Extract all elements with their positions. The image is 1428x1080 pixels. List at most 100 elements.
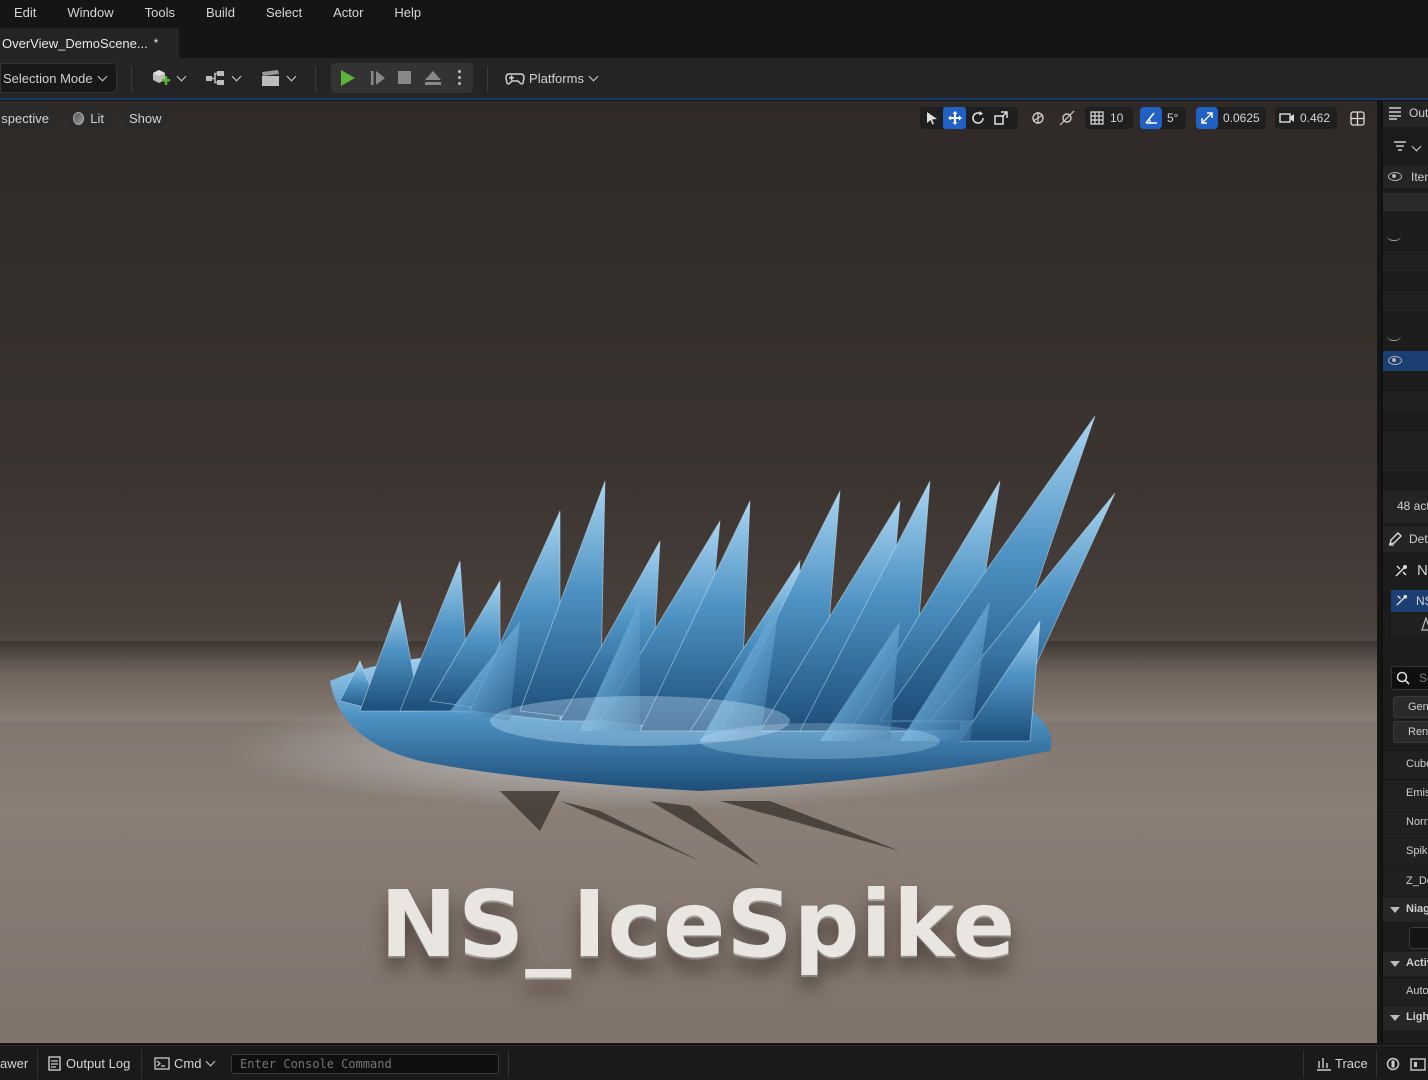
cmd-dropdown[interactable]: Cmd	[154, 1046, 216, 1080]
grid-icon	[1085, 107, 1108, 129]
details-tab[interactable]: Det	[1383, 526, 1428, 552]
menu-select[interactable]: Select	[251, 1, 318, 25]
property-row[interactable]: Spik	[1383, 838, 1428, 866]
menu-tools[interactable]: Tools	[130, 1, 191, 25]
level-viewport[interactable]: NS_IceSpike spective Lit Show 10 5° 0.06…	[0, 101, 1377, 1043]
translate-icon[interactable]	[943, 107, 966, 129]
section-header-lighting[interactable]: Light	[1383, 1006, 1428, 1030]
rotation-snap-value: 5°	[1167, 111, 1179, 125]
visibility-eye-icon[interactable]	[1388, 356, 1402, 365]
property-row[interactable]: Emis	[1383, 780, 1428, 808]
scale-snap-control[interactable]: 0.0625	[1196, 107, 1266, 129]
outliner-row[interactable]	[1383, 331, 1428, 351]
view-mode-button[interactable]: Lit	[65, 107, 112, 129]
add-cube-icon	[152, 70, 170, 85]
scale-icon[interactable]	[989, 107, 1012, 129]
outliner-row[interactable]	[1383, 291, 1428, 311]
actor-count: 48 act	[1397, 499, 1428, 513]
property-label: Cube	[1406, 758, 1428, 770]
selection-mode-dropdown[interactable]: Selection Mode	[0, 63, 117, 93]
chevron-down-icon	[231, 71, 241, 81]
camera-speed-control[interactable]: 0.462	[1275, 107, 1337, 129]
details-filter-tab-rendering[interactable]: Rend	[1393, 721, 1428, 743]
visibility-eye-icon[interactable]	[1388, 172, 1402, 181]
outliner-row[interactable]	[1383, 251, 1428, 271]
output-log-label: Output Log	[66, 1056, 131, 1071]
section-label: Light	[1406, 1011, 1428, 1023]
rotation-snap-control[interactable]: 5°	[1140, 107, 1186, 129]
show-label: Show	[129, 110, 162, 126]
chevron-down-icon	[286, 71, 296, 81]
outliner-row[interactable]	[1383, 231, 1428, 251]
scale-snap-value: 0.0625	[1223, 111, 1260, 125]
property-row[interactable]: Cube	[1383, 751, 1428, 779]
property-row[interactable]: Z_De	[1383, 868, 1428, 896]
niagara-asset-field[interactable]	[1409, 927, 1428, 949]
main-toolbar: Selection Mode Platforms	[0, 58, 1428, 100]
property-row[interactable]: Norn	[1383, 809, 1428, 837]
source-control-button[interactable]	[1410, 1046, 1426, 1080]
play-icon[interactable]	[341, 70, 355, 86]
hidden-eye-icon[interactable]	[1387, 335, 1401, 341]
outliner-row[interactable]	[1383, 193, 1428, 211]
outliner-row[interactable]	[1383, 391, 1428, 411]
details-search-input[interactable]: Se	[1391, 666, 1428, 690]
stop-icon[interactable]	[398, 71, 411, 84]
step-forward-icon[interactable]	[370, 70, 386, 86]
details-object-name: N	[1417, 562, 1428, 579]
section-header-activation[interactable]: Activ	[1383, 952, 1428, 976]
play-controls	[331, 63, 473, 93]
select-arrow-icon[interactable]	[920, 107, 943, 129]
component-child-row[interactable]	[1391, 612, 1428, 638]
angle-icon	[1140, 107, 1162, 129]
menu-edit[interactable]: Edit	[0, 1, 52, 25]
menu-build[interactable]: Build	[191, 1, 251, 25]
menu-window[interactable]: Window	[52, 1, 129, 25]
derived-data-button[interactable]	[1386, 1046, 1400, 1080]
rotate-icon[interactable]	[966, 107, 989, 129]
property-row[interactable]: Auto	[1383, 979, 1428, 1005]
unsaved-marker: *	[153, 36, 159, 50]
outliner-tab[interactable]: Out	[1383, 101, 1428, 127]
layout-icon[interactable]	[1346, 107, 1369, 129]
status-bar: awer Output Log Cmd Trace	[0, 1045, 1428, 1080]
niagara-component-icon	[1396, 594, 1408, 606]
document-tab-row: OverView_DemoScene... *	[0, 26, 1428, 58]
eject-icon[interactable]	[424, 70, 442, 86]
surface-snap-icon[interactable]	[1055, 107, 1078, 129]
more-options-icon[interactable]	[458, 70, 462, 86]
triangle-down-icon	[1390, 907, 1400, 913]
blueprint-button[interactable]	[202, 63, 242, 93]
cinematics-button[interactable]	[257, 63, 297, 93]
component-row-selected[interactable]: NS	[1391, 590, 1428, 612]
perspective-button[interactable]: spective	[0, 107, 57, 129]
triangle-down-icon	[1390, 961, 1400, 967]
add-actor-button[interactable]	[147, 63, 187, 93]
outliner-row-selected[interactable]	[1383, 351, 1428, 371]
grid-snap-control[interactable]: 10	[1085, 107, 1133, 129]
world-local-icon[interactable]	[1026, 107, 1049, 129]
outliner-row[interactable]	[1383, 431, 1428, 451]
hidden-eye-icon[interactable]	[1387, 235, 1401, 241]
section-header-niagara[interactable]: Niag	[1383, 898, 1428, 922]
show-button[interactable]: Show	[121, 107, 168, 129]
content-drawer-button[interactable]: awer	[0, 1046, 28, 1080]
pencil-icon	[1389, 532, 1402, 546]
output-log-button[interactable]: Output Log	[48, 1046, 130, 1080]
platforms-dropdown[interactable]: Platforms	[501, 63, 601, 93]
details-filter-tab-general[interactable]: Gene	[1393, 696, 1428, 718]
menu-actor[interactable]: Actor	[318, 1, 379, 25]
gamepad-icon	[505, 73, 525, 85]
level-tab[interactable]: OverView_DemoScene... *	[0, 28, 179, 58]
scale-snap-icon	[1196, 107, 1218, 129]
menu-help[interactable]: Help	[379, 1, 437, 25]
status-divider	[1376, 1050, 1377, 1078]
trace-button[interactable]: Trace	[1316, 1046, 1368, 1080]
outliner-row[interactable]	[1383, 451, 1428, 471]
console-command-input[interactable]	[231, 1054, 499, 1074]
property-label: Auto	[1406, 985, 1428, 997]
outliner-filter-button[interactable]	[1383, 137, 1428, 157]
lit-label: Lit	[90, 110, 104, 126]
status-divider	[37, 1050, 38, 1078]
camera-icon	[1275, 107, 1298, 129]
